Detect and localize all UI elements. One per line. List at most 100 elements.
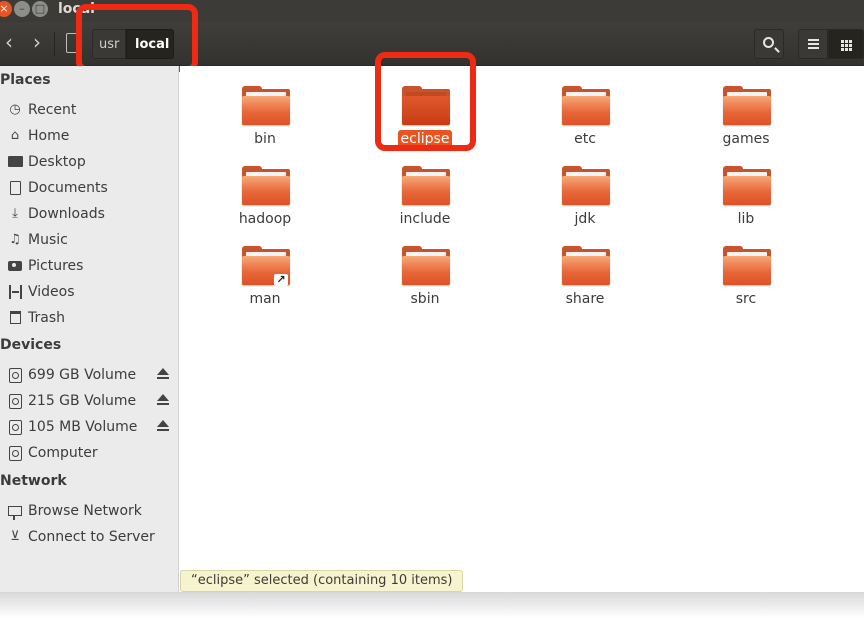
home-icon: ⌂ [10, 128, 20, 143]
grid-view-icon [841, 40, 844, 43]
sidebar-item-browse-network[interactable]: Browse Network [6, 499, 174, 523]
file-name: etc [574, 131, 596, 147]
drive-icon [6, 391, 24, 411]
sidebar-item-105mb-volume[interactable]: 105 MB Volume [6, 415, 174, 439]
sidebar-item-recent[interactable]: ◷ Recent [6, 98, 174, 122]
window-shadow [0, 592, 864, 618]
drive-icon [6, 443, 24, 463]
file-name: include [399, 211, 451, 227]
sidebar-item-videos[interactable]: Videos [6, 280, 174, 304]
sidebar-item-label: Desktop [28, 154, 86, 170]
sidebar-heading-devices: Devices [0, 337, 62, 353]
folder-item-hadoop[interactable]: hadoop [210, 154, 320, 230]
list-view-icon [808, 39, 819, 41]
folder-icon [562, 86, 610, 126]
search-button[interactable] [754, 29, 784, 59]
server-icon: ⊻ [10, 529, 20, 544]
sidebar-item-label: Recent [28, 102, 77, 118]
file-name: man [249, 291, 281, 307]
folder-item-lib[interactable]: lib [691, 154, 801, 230]
folder-item-games[interactable]: games [691, 74, 801, 150]
sidebar-item-label: 105 MB Volume [28, 419, 138, 435]
folder-item-etc[interactable]: etc [530, 74, 640, 150]
grid-view-button[interactable] [828, 29, 864, 59]
sidebar-heading-network: Network [0, 473, 67, 489]
folder-icon [723, 86, 771, 126]
folder-icon [242, 86, 290, 126]
sidebar-item-label: Trash [28, 310, 65, 326]
folder-item-include[interactable]: include [370, 154, 480, 230]
back-button[interactable]: ‹ [0, 28, 22, 58]
file-grid: bin eclipse etc games hadoop include jdk [180, 66, 864, 592]
eject-icon[interactable] [156, 393, 170, 409]
maximize-window-button[interactable]: □ [32, 1, 48, 17]
download-icon: ⤓ [12, 206, 18, 221]
sidebar-item-label: Pictures [28, 258, 84, 274]
folder-icon [562, 246, 610, 286]
sidebar-item-music[interactable]: ♫ Music [6, 228, 174, 252]
sidebar-item-215gb-volume[interactable]: 215 GB Volume [6, 389, 174, 413]
sidebar-item-label: 215 GB Volume [28, 393, 137, 409]
folder-icon [402, 166, 450, 206]
folder-icon [242, 166, 290, 206]
folder-icon [562, 166, 610, 206]
file-name: src [735, 291, 757, 307]
forward-button[interactable]: › [24, 28, 50, 58]
sidebar-item-699gb-volume[interactable]: 699 GB Volume [6, 363, 174, 387]
sidebar-item-desktop[interactable]: Desktop [6, 150, 174, 174]
folder-item-man[interactable]: ↗ man [210, 234, 320, 310]
clock-icon: ◷ [9, 102, 21, 117]
file-name: hadoop [238, 211, 292, 227]
folder-icon [723, 166, 771, 206]
minimize-window-button[interactable]: – [14, 1, 30, 17]
highlight-annotation-path [76, 4, 198, 72]
sidebar-item-downloads[interactable]: ⤓ Downloads [6, 202, 174, 226]
folder-item-bin[interactable]: bin [210, 74, 320, 150]
folder-item-src[interactable]: src [691, 234, 801, 310]
sidebar-item-documents[interactable]: Documents [6, 176, 174, 200]
file-name: sbin [410, 291, 440, 307]
eject-icon[interactable] [156, 419, 170, 435]
status-bar: “eclipse” selected (containing 10 items) [180, 570, 464, 592]
folder-item-sbin[interactable]: sbin [370, 234, 480, 310]
sidebar-item-home[interactable]: ⌂ Home [6, 124, 174, 148]
folder-icon [402, 246, 450, 286]
sidebar-item-label: Computer [28, 445, 98, 461]
folder-icon: ↗ [242, 246, 290, 286]
folder-icon [6, 152, 24, 172]
trash-icon [6, 308, 24, 328]
sidebar-item-pictures[interactable]: Pictures [6, 254, 174, 278]
eject-icon[interactable] [156, 367, 170, 383]
folder-icon [723, 246, 771, 286]
search-icon [763, 37, 774, 48]
document-icon [6, 178, 24, 198]
file-name: lib [737, 211, 755, 227]
list-view-button[interactable] [798, 29, 828, 59]
sidebar-item-label: 699 GB Volume [28, 367, 137, 383]
file-name: jdk [574, 211, 596, 227]
sidebar: Places ◷ Recent ⌂ Home Desktop Documents… [0, 66, 179, 592]
drive-icon [6, 417, 24, 437]
sidebar-heading-places: Places [0, 72, 51, 88]
sidebar-item-label: Downloads [28, 206, 105, 222]
file-name: games [722, 131, 770, 147]
sidebar-item-connect-to-server[interactable]: ⊻ Connect to Server [6, 525, 174, 549]
sidebar-item-label: Browse Network [28, 503, 142, 519]
file-name: bin [254, 131, 276, 147]
sidebar-item-label: Documents [28, 180, 108, 196]
sidebar-item-computer[interactable]: Computer [6, 441, 174, 465]
sidebar-item-label: Connect to Server [28, 529, 155, 545]
sidebar-item-label: Videos [28, 284, 75, 300]
sidebar-item-trash[interactable]: Trash [6, 306, 174, 330]
drive-icon [6, 365, 24, 385]
folder-item-share[interactable]: share [530, 234, 640, 310]
file-name: share [565, 291, 605, 307]
camera-icon [6, 256, 24, 276]
close-window-button[interactable]: × [0, 1, 12, 17]
music-icon: ♫ [9, 232, 21, 247]
folder-item-jdk[interactable]: jdk [530, 154, 640, 230]
network-icon [6, 501, 24, 521]
toolbar-separator [54, 32, 55, 56]
symlink-arrow-icon: ↗ [274, 274, 288, 286]
highlight-annotation-selection [375, 52, 476, 151]
